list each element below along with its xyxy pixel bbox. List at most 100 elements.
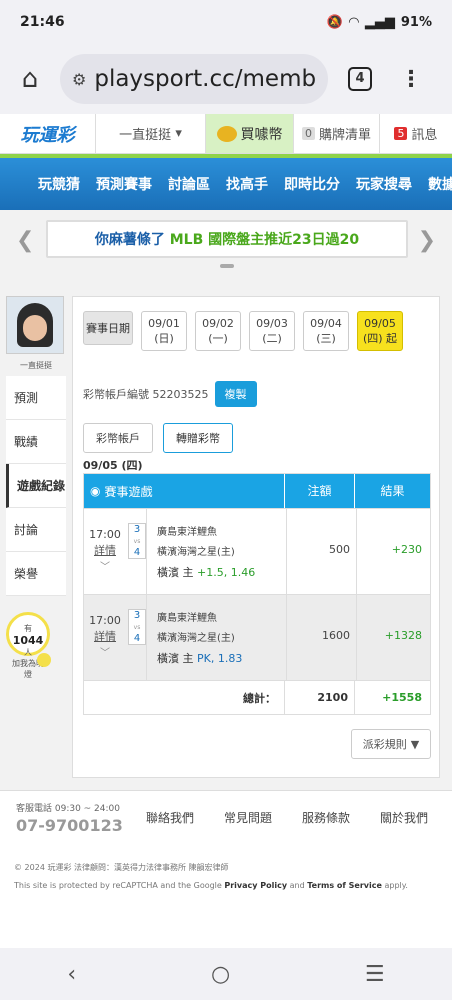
date-text: 09/05 <box>364 317 396 330</box>
table-row: 17:00 詳情 ﹀ 3 vs 4 廣島東洋鯉魚 橫濱海灣之星(主) 橫濱 主 … <box>84 508 430 594</box>
team-away: 廣島東洋鯉魚 <box>157 613 217 624</box>
fans-count: 1044 <box>12 634 44 647</box>
nav-item-guess[interactable]: 玩競猜 <box>38 174 80 194</box>
pick-team: 橫濱 主 <box>157 566 194 579</box>
url-text: playsport.cc/memb <box>94 66 317 92</box>
tab-coin-account[interactable]: 彩幣帳戶 <box>83 423 153 453</box>
game-table: ◉ 賽事遊戲 注額 結果 17:00 詳情 ﹀ 3 vs 4 廣島東洋鯉魚 橫濱海… <box>83 473 431 715</box>
detail-link[interactable]: 詳情 <box>94 630 116 643</box>
date-button[interactable]: 09/01 (日) <box>141 311 187 351</box>
messages-button[interactable]: 5 訊息 <box>380 114 452 153</box>
game-history-panel: 賽事日期 09/01 (日) 09/02 (一) 09/03 (二) 09/04 (三)… <box>72 296 440 778</box>
url-bar[interactable]: ⚙ playsport.cc/memb <box>60 54 328 104</box>
buy-coins-button[interactable]: 買噱幣 <box>206 114 294 153</box>
team-home: 橫濱海灣之星(主) <box>157 547 235 558</box>
table-header: ◉ 賽事遊戲 注額 結果 <box>84 474 430 508</box>
bet-result: +1328 <box>356 595 430 680</box>
recaptcha-text: This site is protected by reCAPTCHA and … <box>14 881 222 890</box>
detail-link[interactable]: 詳情 <box>94 544 116 557</box>
sidebar-item-discuss[interactable]: 討論 <box>6 508 66 552</box>
nav-item-data[interactable]: 數據 <box>428 174 452 194</box>
mute-icon: 🔕 <box>326 14 343 30</box>
pick-odds: +1.5, 1.46 <box>197 566 256 579</box>
chevron-down-icon[interactable]: ﹀ <box>100 562 110 573</box>
privacy-policy-link[interactable]: Privacy Policy <box>224 881 287 890</box>
pick: 橫濱 主 PK, 1.83 <box>157 652 242 665</box>
footer-link-contact[interactable]: 聯絡我們 <box>146 809 194 826</box>
copy-button[interactable]: 複製 <box>214 381 257 407</box>
nav-item-forum[interactable]: 討論區 <box>168 174 210 194</box>
site-settings-icon[interactable]: ⚙ <box>72 70 86 89</box>
cart-button[interactable]: 0 購牌清單 <box>294 114 380 153</box>
footer-link-terms[interactable]: 服務條款 <box>302 809 350 826</box>
promo-banner[interactable]: 你麻薯條了 MLB 國際盤主推近23日過20 <box>46 220 408 258</box>
game-time: 17:00 <box>89 528 121 541</box>
triangle-down-icon: ▼ <box>410 737 420 751</box>
fan-lightbulb-button[interactable]: 有 1044 人 加我為明燈 <box>6 612 51 679</box>
sidebar-item-game-history[interactable]: 遊戲紀錄 <box>6 464 66 508</box>
fans-suffix: 人 <box>24 648 32 657</box>
vs-label: vs <box>133 624 141 631</box>
support-number[interactable]: 07-9700123 <box>16 816 123 835</box>
sidebar-item-record[interactable]: 戰績 <box>6 420 66 464</box>
copyright-text: © 2024 玩運彩 法律顧問：漢英得力法律事務所 陳韻宏律師 <box>14 863 229 872</box>
messages-label: 訊息 <box>411 128 438 143</box>
chevron-down-icon[interactable]: ﹀ <box>100 648 110 659</box>
total-result: +1558 <box>354 680 430 715</box>
footer-link-faq[interactable]: 常見問題 <box>224 809 272 826</box>
sidebar-item-honor[interactable]: 榮譽 <box>6 552 66 596</box>
nav-item-experts[interactable]: 找高手 <box>226 174 268 194</box>
site-logo[interactable]: 玩運彩 <box>0 114 96 153</box>
support-hours: 客服電話 09:30 ~ 24:00 <box>16 804 120 814</box>
game-time: 17:00 <box>89 614 121 627</box>
weekday-text: (四) 起 <box>362 332 398 345</box>
payout-rules-label: 派彩規則 <box>362 738 407 751</box>
date-button-selected[interactable]: 09/05 (四) 起 <box>357 311 403 351</box>
nav-item-player-search[interactable]: 玩家搜尋 <box>356 174 412 194</box>
date-button[interactable]: 09/04 (三) <box>303 311 349 351</box>
browser-toolbar: ⌂ ⚙ playsport.cc/memb 4 ⋮ <box>0 44 452 114</box>
chevron-left-icon[interactable]: ❮ <box>16 228 34 253</box>
footer-link-about[interactable]: 關於我們 <box>380 809 428 826</box>
pick-team: 橫濱 主 <box>157 652 194 665</box>
system-nav-bar: ‹ ○ ☰ <box>0 948 452 1000</box>
avatar[interactable] <box>6 296 64 354</box>
carousel-indicator <box>220 264 234 268</box>
teams-cell: 廣島東洋鯉魚 橫濱海灣之星(主) 橫濱 主 +1.5, 1.46 <box>146 509 286 594</box>
status-bar: 21:46 🔕 ◠ ▂▄▆ 91% <box>0 0 452 44</box>
recents-icon[interactable]: ☰ <box>365 962 385 987</box>
user-menu-button[interactable]: 一直挺挺 ▾ <box>96 114 206 153</box>
date-button[interactable]: 09/02 (一) <box>195 311 241 351</box>
nav-item-live-score[interactable]: 即時比分 <box>284 174 340 194</box>
team-away: 廣島東洋鯉魚 <box>157 527 217 538</box>
terms-of-service-link[interactable]: Terms of Service <box>307 881 382 890</box>
coin-icon <box>216 125 237 142</box>
lightbulb-icon <box>37 653 51 667</box>
home-icon[interactable]: ⌂ <box>0 64 60 94</box>
home-circle-icon[interactable]: ○ <box>211 962 230 987</box>
message-count-badge: 5 <box>394 127 408 140</box>
buy-coins-label: 買噱幣 <box>240 126 283 143</box>
tab-transfer-coins[interactable]: 轉贈彩幣 <box>163 423 233 453</box>
site-footer: 客服電話 09:30 ~ 24:00 07-9700123 聯絡我們 常見問題 … <box>0 790 452 948</box>
footer-legal: © 2024 玩運彩 法律顧問：漢英得力法律事務所 陳韻宏律師 This sit… <box>14 859 444 895</box>
bet-amount: 1600 <box>286 595 356 680</box>
date-text: 09/02 <box>202 317 234 330</box>
game-time-cell: 17:00 詳情 ﹀ <box>84 595 126 680</box>
pick-odds: PK, 1.83 <box>197 652 243 665</box>
score-away: 3 <box>133 610 141 621</box>
header-result: 結果 <box>354 474 430 508</box>
payout-rules-button[interactable]: 派彩規則 ▼ <box>351 729 431 759</box>
weekday-text: (日) <box>154 332 174 345</box>
header-game-label: 賽事遊戲 <box>104 484 153 499</box>
back-icon[interactable]: ‹ <box>67 962 76 987</box>
sidebar-item-predict[interactable]: 預測 <box>6 376 66 420</box>
chevron-right-icon[interactable]: ❯ <box>418 228 436 253</box>
date-label: 賽事日期 <box>83 311 133 345</box>
tab-switcher-button[interactable]: 4 <box>348 67 372 91</box>
nav-item-predict[interactable]: 預測賽事 <box>96 174 152 194</box>
more-menu-icon[interactable]: ⋮ <box>400 67 422 92</box>
status-icons: 🔕 ◠ ▂▄▆ 91% <box>327 15 432 30</box>
support-phone: 客服電話 09:30 ~ 24:00 07-9700123 <box>16 801 123 835</box>
date-button[interactable]: 09/03 (二) <box>249 311 295 351</box>
